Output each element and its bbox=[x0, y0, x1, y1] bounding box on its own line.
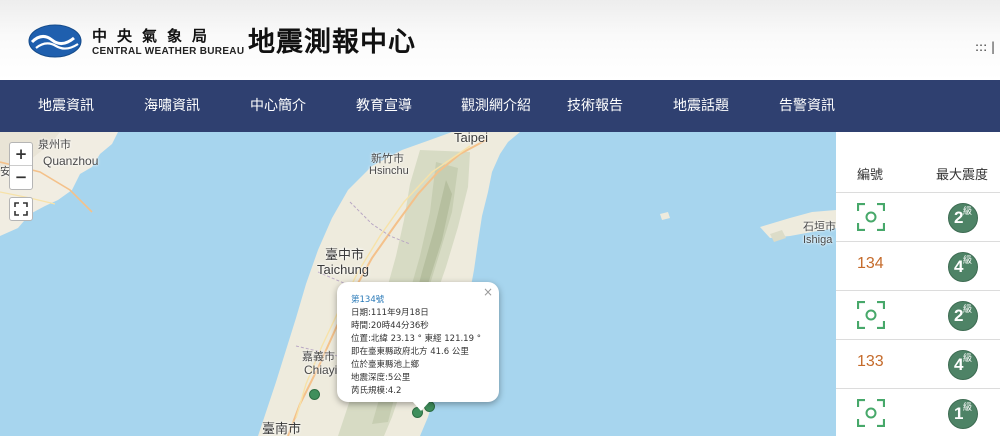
nav-item-tsunami-info[interactable]: 海嘯資訊 bbox=[144, 80, 200, 132]
intensity-unit: 級 bbox=[963, 207, 973, 217]
intensity-unit: 級 bbox=[963, 403, 973, 413]
popup-time: 時間:20時44分36秒 bbox=[351, 321, 429, 331]
nav-item-reports[interactable]: 技術報告 bbox=[567, 80, 623, 132]
map-label-chiayi-en: Chiayi bbox=[304, 363, 338, 377]
map-label-taichung-en: Taichung bbox=[317, 262, 370, 277]
map-label-hsinchu-en: Hsinchu bbox=[369, 165, 409, 177]
column-header-intensity: 最大震度 bbox=[936, 168, 989, 183]
fullscreen-icon bbox=[14, 202, 28, 216]
table-row[interactable]: 2 級 bbox=[836, 193, 1000, 242]
zoom-in-button[interactable]: + bbox=[10, 143, 32, 166]
table-row[interactable]: 134 4 級 bbox=[836, 242, 1000, 291]
column-header-number: 編號 bbox=[857, 168, 884, 183]
popup-relative-location: 即在臺東縣政府北方 41.6 公里 bbox=[351, 347, 469, 357]
map-label-ishigaki-zh: 石垣市 bbox=[803, 220, 836, 233]
map-label-taipei-en: Taipei bbox=[454, 132, 488, 145]
nav-item-alerts[interactable]: 告警資訊 bbox=[779, 80, 835, 132]
map-label-quanzhou-en: Quanzhou bbox=[43, 154, 99, 168]
intensity-badge: 2 級 bbox=[948, 203, 978, 233]
table-header: 編號 最大震度 bbox=[836, 132, 1000, 193]
zoom-control: + − bbox=[9, 142, 33, 190]
earthquake-list: 編號 最大震度 2 級 134 4 級 2 級 133 4 級 1 級 bbox=[836, 132, 1000, 436]
report-number-link[interactable]: 133 bbox=[857, 353, 884, 371]
intensity-badge: 1 級 bbox=[948, 399, 978, 429]
popup-close-button[interactable]: × bbox=[483, 285, 493, 299]
map-label-chiayi-zh: 嘉義市 bbox=[302, 350, 335, 363]
locate-scan-icon[interactable] bbox=[857, 399, 885, 427]
map-label-ishigaki-en: Ishiga bbox=[803, 234, 833, 246]
main-nav: 地震資訊 海嘯資訊 中心簡介 教育宣導 觀測網介紹 技術報告 地震話題 告警資訊 bbox=[0, 80, 1000, 132]
zoom-out-button[interactable]: − bbox=[10, 166, 32, 189]
nav-item-earthquake-info[interactable]: 地震資訊 bbox=[38, 80, 94, 132]
popup-location: 位置:北緯 23.13 ° 東經 121.19 ° bbox=[351, 334, 481, 344]
nav-item-about[interactable]: 中心簡介 bbox=[250, 80, 306, 132]
org-name-zh: 中央氣象局 bbox=[92, 27, 218, 45]
map-label-hsinchu-zh: 新竹市 bbox=[371, 152, 404, 165]
popup-title-link[interactable]: 第134號 bbox=[351, 293, 384, 305]
site-header: 中央氣象局 CENTRAL WEATHER BUREAU 地震測報中心 ::: … bbox=[0, 0, 1000, 80]
intensity-unit: 級 bbox=[963, 256, 973, 266]
popup-pointer bbox=[412, 401, 430, 411]
org-name-en: CENTRAL WEATHER BUREAU bbox=[92, 46, 245, 57]
epicenter-marker[interactable] bbox=[309, 389, 320, 400]
earthquake-map[interactable]: 泉州市 Quanzhou 安 Taipei 新竹市 Hsinchu 臺中市 Ta… bbox=[0, 132, 836, 436]
report-number-link[interactable]: 134 bbox=[857, 255, 884, 273]
intensity-badge: 4 級 bbox=[948, 350, 978, 380]
intensity-unit: 級 bbox=[963, 354, 973, 364]
table-row[interactable]: 1 級 bbox=[836, 389, 1000, 436]
nav-item-topics[interactable]: 地震話題 bbox=[673, 80, 729, 132]
utility-links[interactable]: ::: | bbox=[975, 40, 995, 54]
intensity-badge: 2 級 bbox=[948, 301, 978, 331]
map-label-quanzhou-zh: 泉州市 bbox=[38, 138, 71, 151]
intensity-badge: 4 級 bbox=[948, 252, 978, 282]
nav-item-education[interactable]: 教育宣導 bbox=[356, 80, 412, 132]
earthquake-popup: × 第134號 日期:111年9月18日 時間:20時44分36秒 位置:北緯 … bbox=[337, 282, 499, 402]
table-row[interactable]: 2 級 bbox=[836, 291, 1000, 340]
nav-item-network[interactable]: 觀測網介紹 bbox=[461, 80, 531, 132]
cwb-logo-icon[interactable] bbox=[28, 24, 82, 58]
table-row[interactable]: 133 4 級 bbox=[836, 340, 1000, 389]
popup-depth: 地震深度:5公里 bbox=[351, 373, 411, 383]
locate-scan-icon[interactable] bbox=[857, 301, 885, 329]
site-title[interactable]: 地震測報中心 bbox=[248, 20, 416, 59]
popup-date: 日期:111年9月18日 bbox=[351, 308, 429, 318]
intensity-unit: 級 bbox=[963, 305, 973, 315]
popup-township: 位於臺東縣池上鄉 bbox=[351, 360, 420, 370]
map-label-tainan-zh: 臺南市 bbox=[262, 422, 302, 436]
popup-magnitude: 芮氏規模:4.2 bbox=[351, 386, 402, 396]
fullscreen-button[interactable] bbox=[9, 197, 33, 221]
map-label-taichung-zh: 臺中市 bbox=[325, 248, 365, 263]
locate-scan-icon[interactable] bbox=[857, 203, 885, 231]
